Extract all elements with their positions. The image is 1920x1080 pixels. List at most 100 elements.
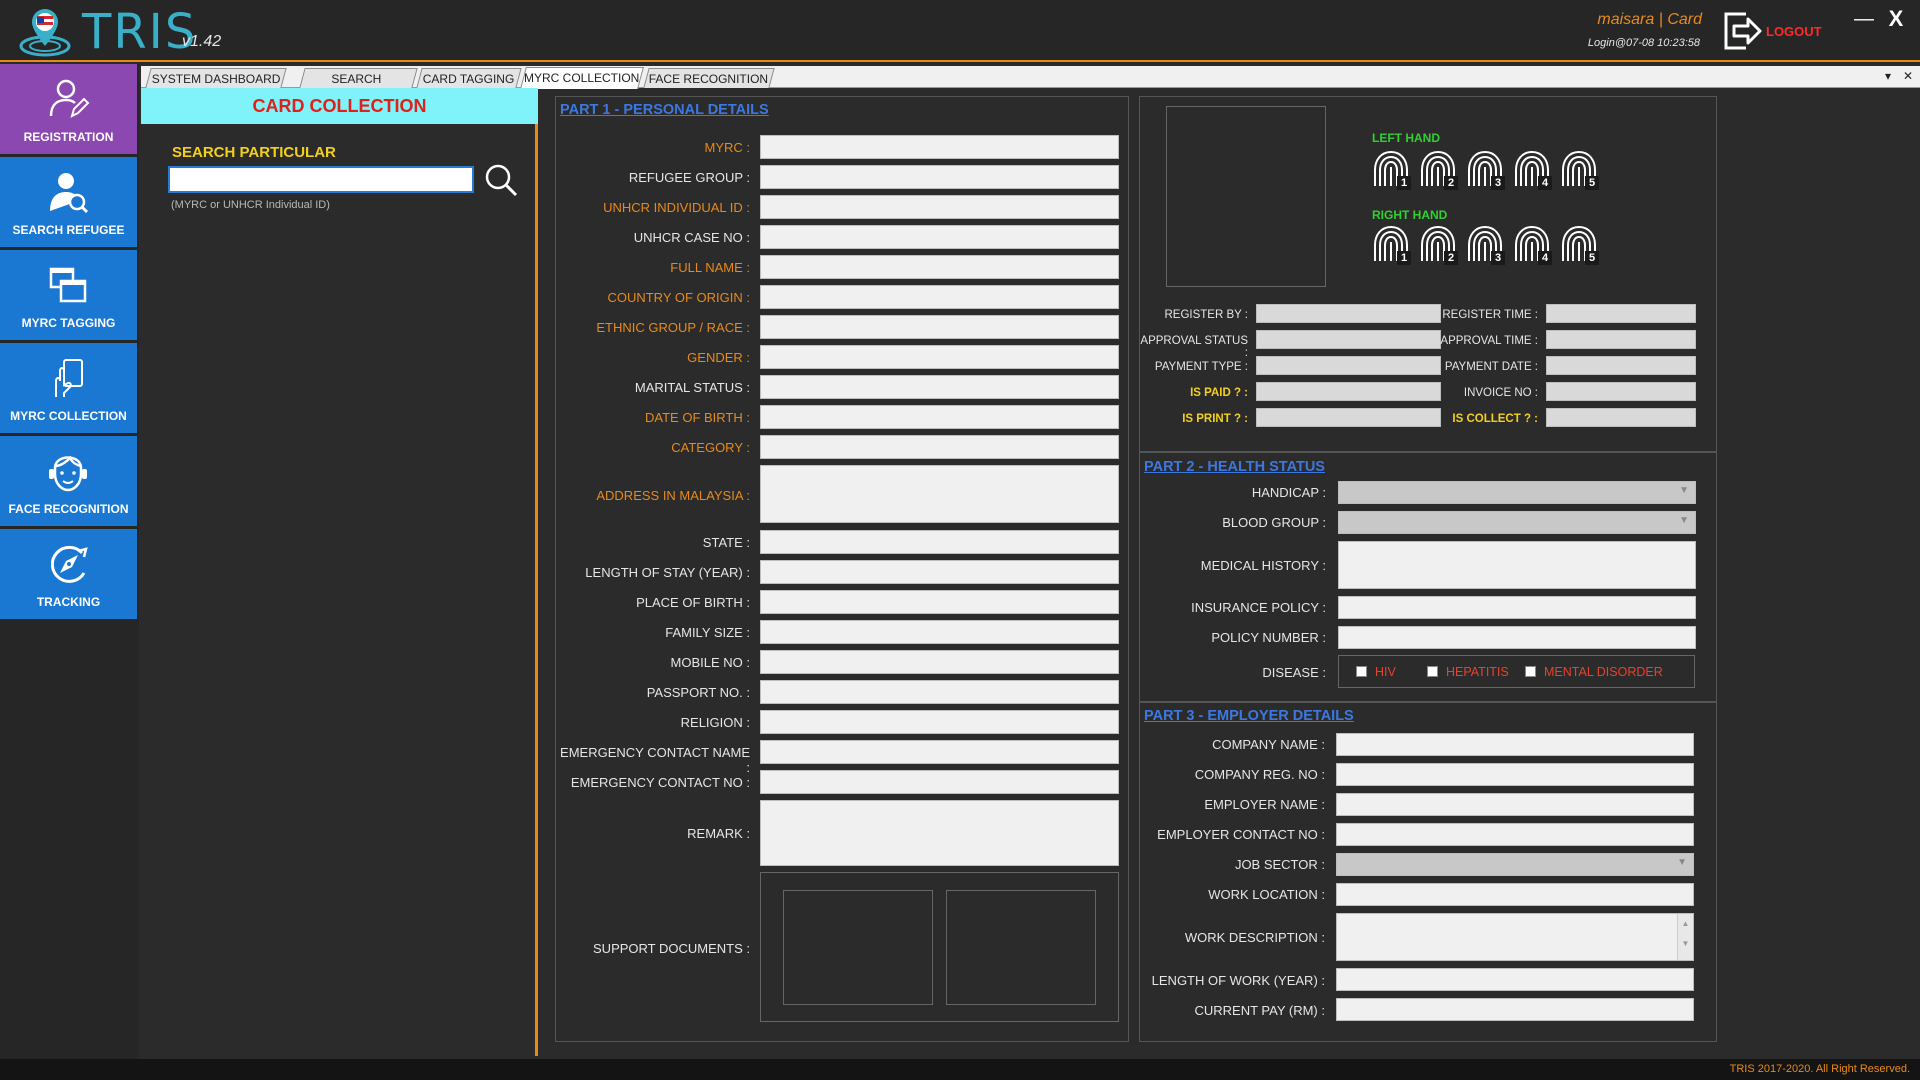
nav-face-recognition[interactable]: FACE RECOGNITION — [0, 436, 137, 526]
app-title: TRIS — [82, 4, 198, 60]
field-current-pay[interactable] — [1336, 998, 1694, 1021]
field-family-size[interactable] — [760, 620, 1119, 644]
tab-card-tagging[interactable]: CARD TAGGING — [416, 68, 522, 88]
nav-registration[interactable]: REGISTRATION — [0, 64, 137, 154]
field-remark[interactable] — [760, 800, 1119, 866]
field-gender[interactable] — [760, 345, 1119, 369]
right-finger-1[interactable]: 1 — [1371, 221, 1411, 265]
field-work-description[interactable]: ▲ ▼ — [1336, 913, 1694, 961]
job-sector-select[interactable]: ▼ — [1336, 853, 1694, 876]
finger-number: 5 — [1585, 251, 1599, 265]
right-finger-4[interactable]: 4 — [1512, 221, 1552, 265]
field-length-of-stay[interactable] — [760, 560, 1119, 584]
field-medical-history[interactable] — [1338, 541, 1696, 589]
field-full-name[interactable] — [760, 255, 1119, 279]
minimize-button[interactable]: — — [1852, 8, 1876, 36]
right-finger-3[interactable]: 3 — [1465, 221, 1505, 265]
field-category[interactable] — [760, 435, 1119, 459]
search-particular-label: SEARCH PARTICULAR — [172, 144, 336, 161]
field-marital-status[interactable] — [760, 375, 1119, 399]
checkbox-hepatitis[interactable] — [1427, 666, 1438, 677]
tris-logo-icon — [19, 9, 71, 57]
label-approval-status: APPROVAL STATUS : — [1140, 335, 1248, 359]
part3-title: PART 3 - EMPLOYER DETAILS — [1144, 708, 1354, 724]
field-mobile-no[interactable] — [760, 650, 1119, 674]
handicap-select[interactable]: ▼ — [1338, 481, 1696, 504]
field-payment-type — [1256, 356, 1441, 375]
field-ethnic-group[interactable] — [760, 315, 1119, 339]
disease-group: HIV HEPATITIS MENTAL DISORDER — [1338, 655, 1695, 688]
field-emergency-contact-no[interactable] — [760, 770, 1119, 794]
field-length-of-work[interactable] — [1336, 968, 1694, 991]
close-tab-button[interactable]: ✕ — [1903, 69, 1913, 83]
chevron-down-icon: ▼ — [1679, 515, 1689, 526]
checkbox-mental-disorder[interactable] — [1525, 666, 1536, 677]
chevron-down-icon: ▼ — [1677, 857, 1687, 868]
close-window-button[interactable]: X — [1884, 6, 1908, 34]
field-emergency-contact-name[interactable] — [760, 740, 1119, 764]
finger-number: 3 — [1491, 251, 1505, 265]
label-company-reg-no: COMPANY REG. NO : — [1194, 767, 1325, 782]
left-finger-2[interactable]: 2 — [1418, 146, 1458, 190]
checkbox-hiv[interactable] — [1356, 666, 1367, 677]
field-is-paid — [1256, 382, 1441, 401]
label-support-documents: SUPPORT DOCUMENTS : — [593, 941, 750, 956]
field-company-name[interactable] — [1336, 733, 1694, 756]
tab-face-recognition[interactable]: FACE RECOGNITION — [643, 68, 775, 88]
tab-search-refugee[interactable]: SEARCH REFUGEE — [299, 68, 418, 100]
field-address-in-malaysia[interactable] — [760, 465, 1119, 523]
right-finger-5[interactable]: 5 — [1559, 221, 1599, 265]
search-icon[interactable] — [483, 162, 519, 198]
tab-myrc-collection[interactable]: MYRC COLLECTION — [520, 67, 644, 89]
search-hint: (MYRC or UNHCR Individual ID) — [171, 199, 330, 211]
field-date-of-birth[interactable] — [760, 405, 1119, 429]
nav-search-refugee[interactable]: SEARCH REFUGEE — [0, 157, 137, 247]
label-invoice-no: INVOICE NO : — [1463, 387, 1538, 399]
label-approval-time: APPROVAL TIME : — [1440, 335, 1538, 347]
label-is-print: IS PRINT ? : — [1182, 413, 1248, 425]
right-finger-2[interactable]: 2 — [1418, 221, 1458, 265]
left-hand-label: LEFT HAND — [1372, 131, 1440, 145]
blood-group-select[interactable]: ▼ — [1338, 511, 1696, 534]
support-document-slot-2[interactable] — [946, 890, 1096, 1005]
field-place-of-birth[interactable] — [760, 590, 1119, 614]
windows-icon — [49, 267, 87, 303]
field-refugee-group[interactable] — [760, 165, 1119, 189]
tab-list-dropdown[interactable]: ▾ — [1885, 69, 1891, 83]
label-is-collect: IS COLLECT ? : — [1452, 413, 1538, 425]
logout-button[interactable]: LOGOUT — [1722, 10, 1822, 54]
label-current-pay: CURRENT PAY (RM) : — [1194, 1003, 1326, 1018]
work-description-scrollbar[interactable]: ▲ ▼ — [1677, 914, 1693, 960]
search-particular-input[interactable] — [168, 166, 474, 193]
nav-myrc-collection[interactable]: MYRC COLLECTION — [0, 343, 137, 433]
label-date-of-birth: DATE OF BIRTH : — [645, 410, 750, 425]
label-address-in-malaysia: ADDRESS IN MALAYSIA : — [596, 488, 750, 503]
field-country-of-origin[interactable] — [760, 285, 1119, 309]
field-policy-number[interactable] — [1338, 626, 1696, 649]
nav-myrc-tagging[interactable]: MYRC TAGGING — [0, 250, 137, 340]
left-finger-4[interactable]: 4 — [1512, 146, 1552, 190]
field-employer-contact-no[interactable] — [1336, 823, 1694, 846]
field-myrc[interactable] — [760, 135, 1119, 159]
field-unhcr-individual-id[interactable] — [760, 195, 1119, 219]
tab-system-dashboard[interactable]: SYSTEM DASHBOARD — [145, 68, 287, 88]
label-ethnic-group: ETHNIC GROUP / RACE : — [596, 320, 750, 335]
label-state: STATE : — [702, 535, 750, 550]
field-unhcr-case-no[interactable] — [760, 225, 1119, 249]
field-work-location[interactable] — [1336, 883, 1694, 906]
nav-tracking[interactable]: TRACKING — [0, 529, 137, 619]
tab-face-recognition-label: FACE RECOGNITION — [649, 72, 769, 86]
label-myrc: MYRC : — [704, 140, 751, 155]
label-emergency-contact-name: EMERGENCY CONTACT NAME : — [560, 745, 750, 775]
field-employer-name[interactable] — [1336, 793, 1694, 816]
field-company-reg-no[interactable] — [1336, 763, 1694, 786]
support-document-slot-1[interactable] — [783, 890, 933, 1005]
field-state[interactable] — [760, 530, 1119, 554]
left-finger-3[interactable]: 3 — [1465, 146, 1505, 190]
field-religion[interactable] — [760, 710, 1119, 734]
field-insurance-policy[interactable] — [1338, 596, 1696, 619]
left-finger-1[interactable]: 1 — [1371, 146, 1411, 190]
field-passport-no[interactable] — [760, 680, 1119, 704]
label-work-description: WORK DESCRIPTION : — [1184, 930, 1325, 945]
left-finger-5[interactable]: 5 — [1559, 146, 1599, 190]
